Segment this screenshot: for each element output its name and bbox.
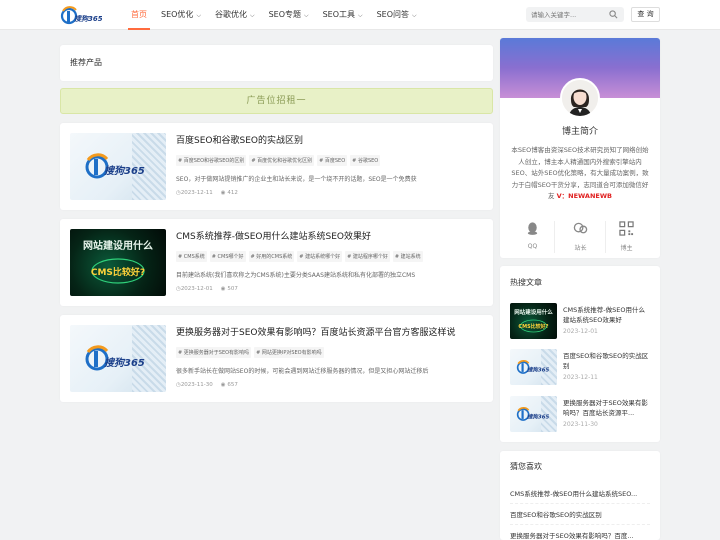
chevron-down-icon: ⌵ — [304, 12, 309, 19]
profile-title: 博主简介 — [561, 127, 598, 137]
qrcode-icon — [619, 221, 634, 236]
hot-article-item[interactable]: 搜狗365 百度SEO和谷歌SEO的实战区别 2023-12-11 — [510, 349, 650, 385]
post-meta: ◷2023-12-01 ◉ 507 — [176, 286, 238, 292]
site-logo[interactable]: 搜狗365 — [60, 5, 103, 25]
hot-article-title[interactable]: 更换服务器对于SEO效果有影响吗？百度站长资源平... — [563, 398, 651, 418]
webmaster-icon — [573, 222, 588, 234]
post-tag[interactable]: # 百度SEO — [317, 155, 348, 166]
post-date: 2023-12-11 — [180, 190, 213, 196]
profile-description: 本SEO博客由资深SEO技术研究员知了网络创始人创立，博主本人精通国内外搜索引擎… — [511, 146, 649, 200]
guess-you-like-title: 猜您喜欢 — [510, 462, 542, 471]
post-date: 2023-11-30 — [180, 382, 213, 388]
svg-text:搜狗365: 搜狗365 — [527, 413, 550, 420]
post-tag[interactable]: # CMS系统 — [176, 251, 207, 262]
post-tag[interactable]: # 谷歌SEO — [350, 155, 381, 166]
guess-you-like-card: 猜您喜欢 CMS系统推荐-做SEO用什么建站系统SEO... 百度SEO和谷歌S… — [500, 451, 660, 540]
post-tags: # 百度SEO和谷歌SEO的区别 # 百度优化和谷歌优化区别 # 百度SEO #… — [176, 155, 381, 166]
post-views: 412 — [227, 190, 238, 196]
post-excerpt: 目前建站系统(我们喜欢称之为CMS系统)主要分类SAAS建站系统和私有化部署的独… — [176, 272, 416, 279]
post-title[interactable]: 更换服务器对于SEO效果有影响吗？百度站长资源平台官方客服这样说 — [176, 325, 456, 338]
avatar[interactable] — [560, 78, 600, 118]
svg-text:CMS比较好?: CMS比较好? — [518, 323, 548, 330]
profile-card: 博主简介 本SEO博客由资深SEO技术研究员知了网络创始人创立，博主本人精通国内… — [500, 38, 660, 258]
chevron-down-icon: ⌵ — [358, 12, 363, 19]
post-title[interactable]: CMS系统推荐-做SEO用什么建站系统SEO效果好 — [176, 229, 371, 242]
post-card[interactable]: 网站建设用什么 CMS比较好? CMS系统推荐-做SEO用什么建站系统SEO效果… — [60, 219, 493, 306]
post-tag[interactable]: # 建站系统哪个好 — [297, 251, 343, 262]
post-excerpt: SEO，对于做网站提销推广的企业主和站长来说，是一个绕不开的话题，SEO是一个免… — [176, 176, 417, 183]
hot-article-item[interactable]: 网站建设用什么 CMS比较好? CMS系统推荐-做SEO用什么建站系统SEO效果好… — [510, 303, 650, 339]
post-tag[interactable]: # 好用的CMS系统 — [248, 251, 295, 262]
svg-text:搜狗365: 搜狗365 — [527, 366, 550, 373]
search-button[interactable]: 查 询 — [631, 7, 660, 22]
nav-item-seo-tools[interactable]: SEO工具 ⌵ — [316, 0, 370, 30]
post-tags: # CMS系统 # CMS哪个好 # 好用的CMS系统 # 建站系统哪个好 # … — [176, 251, 423, 262]
post-thumbnail[interactable]: 搜狗365 — [70, 133, 166, 200]
post-thumbnail[interactable]: 网站建设用什么 CMS比较好? — [70, 229, 166, 296]
hot-article-thumbnail[interactable]: 搜狗365 — [510, 349, 557, 385]
post-tag[interactable]: # 百度SEO和谷歌SEO的区别 — [176, 155, 247, 166]
nav-item-google-optimization[interactable]: 谷歌优化 ⌵ — [208, 0, 262, 30]
post-excerpt: 很多新手站长在做网站SEO的时候，可能会遇到网站迁移服务器的情况，但是又担心网站… — [176, 368, 429, 375]
post-date: 2023-12-01 — [180, 286, 213, 292]
post-tag[interactable]: # 百度优化和谷歌优化区别 — [249, 155, 315, 166]
post-views: 507 — [227, 286, 238, 292]
guess-item[interactable]: CMS系统推荐-做SEO用什么建站系统SEO... — [510, 484, 650, 504]
hot-article-date: 2023-11-30 — [563, 421, 598, 428]
qq-icon — [527, 222, 538, 235]
post-tag[interactable]: # 建站程序哪个好 — [345, 251, 390, 262]
guess-item[interactable]: 百度SEO和谷歌SEO的实战区别 — [510, 505, 650, 525]
post-thumbnail[interactable]: 搜狗365 — [70, 325, 166, 392]
ad-banner[interactable]: 广告位招租一 — [60, 88, 493, 114]
nav-item-home[interactable]: 首页 — [124, 0, 154, 30]
social-qq[interactable]: QQ — [506, 218, 559, 258]
post-card[interactable]: 搜狗365 更换服务器对于SEO效果有影响吗？百度站长资源平台官方客服这样说 #… — [60, 315, 493, 402]
svg-text:网站建设用什么: 网站建设用什么 — [514, 308, 553, 316]
svg-text:搜狗365: 搜狗365 — [104, 357, 145, 369]
post-tags: # 更换服务器对于SEO有影响吗 # 网站更换IP对SEO有影响吗 — [176, 347, 324, 358]
post-tag[interactable]: # 更换服务器对于SEO有影响吗 — [176, 347, 252, 358]
search-input[interactable] — [526, 7, 606, 22]
main-nav: 首页 SEO优化 ⌵ 谷歌优化 ⌵ SEO专题 ⌵ SEO工具 ⌵ SEO问答 ⌵ — [124, 0, 424, 30]
site-header: 搜狗365 首页 SEO优化 ⌵ 谷歌优化 ⌵ SEO专题 ⌵ SEO工具 ⌵ SEO问… — [0, 0, 720, 30]
hot-articles-card: 热搜文章 网站建设用什么 CMS比较好? CMS系统推荐-做SEO用什么建站系统S… — [500, 266, 660, 442]
hot-article-title[interactable]: 百度SEO和谷歌SEO的实战区别 — [563, 351, 651, 371]
wechat-id: V：NEWANEWB — [556, 192, 612, 200]
post-title[interactable]: 百度SEO和谷歌SEO的实战区别 — [176, 133, 303, 146]
post-meta: ◷2023-12-11 ◉ 412 — [176, 190, 238, 196]
search-icon[interactable] — [609, 10, 618, 19]
social-label: 博主 — [620, 245, 633, 252]
hot-article-thumbnail[interactable]: 搜狗365 — [510, 396, 557, 432]
hot-article-thumbnail[interactable]: 网站建设用什么 CMS比较好? — [510, 303, 557, 339]
hot-article-date: 2023-12-01 — [563, 328, 598, 335]
social-label: QQ — [527, 243, 538, 250]
hot-article-title[interactable]: CMS系统推荐-做SEO用什么建站系统SEO效果好 — [563, 305, 651, 325]
svg-text:搜狗365: 搜狗365 — [74, 14, 102, 23]
post-card[interactable]: 搜狗365 百度SEO和谷歌SEO的实战区别 # 百度SEO和谷歌SEO的区别 … — [60, 123, 493, 210]
nav-item-seo-qa[interactable]: SEO问答 ⌵ — [370, 0, 424, 30]
nav-item-seo-topics[interactable]: SEO专题 ⌵ — [262, 0, 316, 30]
recommended-header: 推荐产品 — [60, 45, 493, 81]
chevron-down-icon: ⌵ — [412, 12, 417, 19]
post-views: 657 — [227, 382, 238, 388]
guess-item[interactable]: 更换服务器对于SEO效果有影响吗？百度... — [510, 526, 650, 540]
post-meta: ◷2023-11-30 ◉ 657 — [176, 382, 238, 388]
hot-article-item[interactable]: 搜狗365 更换服务器对于SEO效果有影响吗？百度站长资源平... 2023-1… — [510, 396, 650, 432]
nav-item-seo-optimization[interactable]: SEO优化 ⌵ — [154, 0, 208, 30]
chevron-down-icon: ⌵ — [196, 12, 201, 19]
section-title: 推荐产品 — [70, 58, 102, 67]
svg-text:CMS比较好?: CMS比较好? — [91, 266, 145, 278]
svg-text:搜狗365: 搜狗365 — [104, 165, 145, 177]
chevron-down-icon: ⌵ — [250, 12, 255, 19]
post-tag[interactable]: # CMS哪个好 — [209, 251, 246, 262]
post-tag[interactable]: # 建站系统 — [392, 251, 423, 262]
post-tag[interactable]: # 网站更换IP对SEO有影响吗 — [254, 347, 324, 358]
hot-article-date: 2023-12-11 — [563, 374, 598, 381]
search-box — [526, 7, 624, 22]
hot-articles-title: 热搜文章 — [510, 278, 542, 287]
social-blogger[interactable]: 博主 — [600, 218, 653, 258]
svg-text:网站建设用什么: 网站建设用什么 — [83, 239, 153, 252]
